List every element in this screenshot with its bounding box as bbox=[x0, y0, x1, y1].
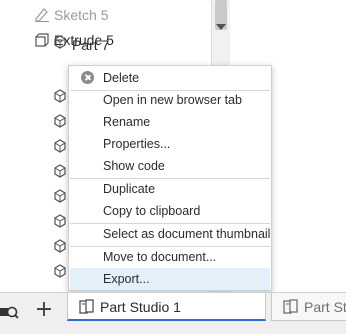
menu-item-label: Select as document thumbnail bbox=[103, 227, 271, 241]
part-icon bbox=[54, 139, 66, 153]
tree-item-label: Sketch 5 bbox=[54, 7, 109, 23]
menu-item-duplicate[interactable]: Duplicate bbox=[70, 178, 270, 200]
tab-part-studio-1[interactable]: Part Studio 1 bbox=[67, 293, 266, 321]
menu-item-label: Rename bbox=[103, 115, 151, 129]
menu-item-show-code[interactable]: Show code bbox=[70, 155, 270, 177]
menu-item-label: Properties... bbox=[103, 137, 171, 151]
menu-item-export[interactable]: Export... bbox=[70, 268, 270, 290]
menu-item-label: Copy to clipboard bbox=[103, 204, 201, 218]
add-tab-button[interactable]: + bbox=[30, 297, 58, 325]
menu-item-label: Move to document... bbox=[103, 250, 217, 264]
part-icon bbox=[54, 114, 66, 128]
menu-item-label: Delete bbox=[103, 71, 140, 85]
tab-label: Part Studio 1 bbox=[100, 299, 181, 315]
part-icon bbox=[54, 89, 66, 103]
part-icon bbox=[54, 189, 66, 203]
tree-item-label: Part 7 bbox=[72, 37, 110, 53]
document-tab-bar: + Part Studio 1 Part St bbox=[0, 292, 346, 334]
part-icon bbox=[54, 239, 66, 253]
menu-item-label: Export... bbox=[103, 272, 150, 286]
part-icon bbox=[54, 35, 66, 49]
sketch-icon bbox=[35, 8, 49, 22]
part-icon bbox=[54, 164, 66, 178]
tree-item-part[interactable]: Part 7 bbox=[0, 34, 211, 62]
menu-item-move-to-document[interactable]: Move to document... bbox=[70, 246, 270, 268]
menu-item-open-new-tab[interactable]: Open in new browser tab bbox=[70, 89, 270, 111]
scroll-down-arrow-icon[interactable] bbox=[216, 24, 226, 30]
menu-item-rename[interactable]: Rename bbox=[70, 111, 270, 133]
tab-part-studio-2[interactable]: Part St bbox=[271, 293, 346, 321]
menu-item-select-thumbnail[interactable]: Select as document thumbnail bbox=[70, 223, 270, 245]
menu-item-label: Show code bbox=[103, 159, 165, 173]
menu-item-copy-clipboard[interactable]: Copy to clipboard bbox=[70, 200, 270, 222]
part-icon bbox=[54, 214, 66, 228]
onshape-window: Sketch 5 Extrude 5 Part 7 Delete Open in… bbox=[0, 0, 346, 334]
tree-item-sketch[interactable]: Sketch 5 bbox=[0, 0, 211, 28]
context-menu: Delete Open in new browser tab Rename Pr… bbox=[68, 65, 272, 291]
menu-item-properties[interactable]: Properties... bbox=[70, 133, 270, 155]
tab-label: Part St bbox=[304, 299, 346, 315]
zoom-search-icon[interactable] bbox=[0, 301, 20, 323]
part-studio-icon bbox=[283, 299, 298, 314]
part-studio-icon bbox=[79, 299, 94, 314]
menu-item-label: Duplicate bbox=[103, 182, 156, 196]
menu-item-label: Open in new browser tab bbox=[103, 93, 242, 107]
menu-item-delete[interactable]: Delete bbox=[70, 67, 270, 89]
delete-icon bbox=[81, 71, 94, 84]
part-icon bbox=[54, 264, 66, 278]
